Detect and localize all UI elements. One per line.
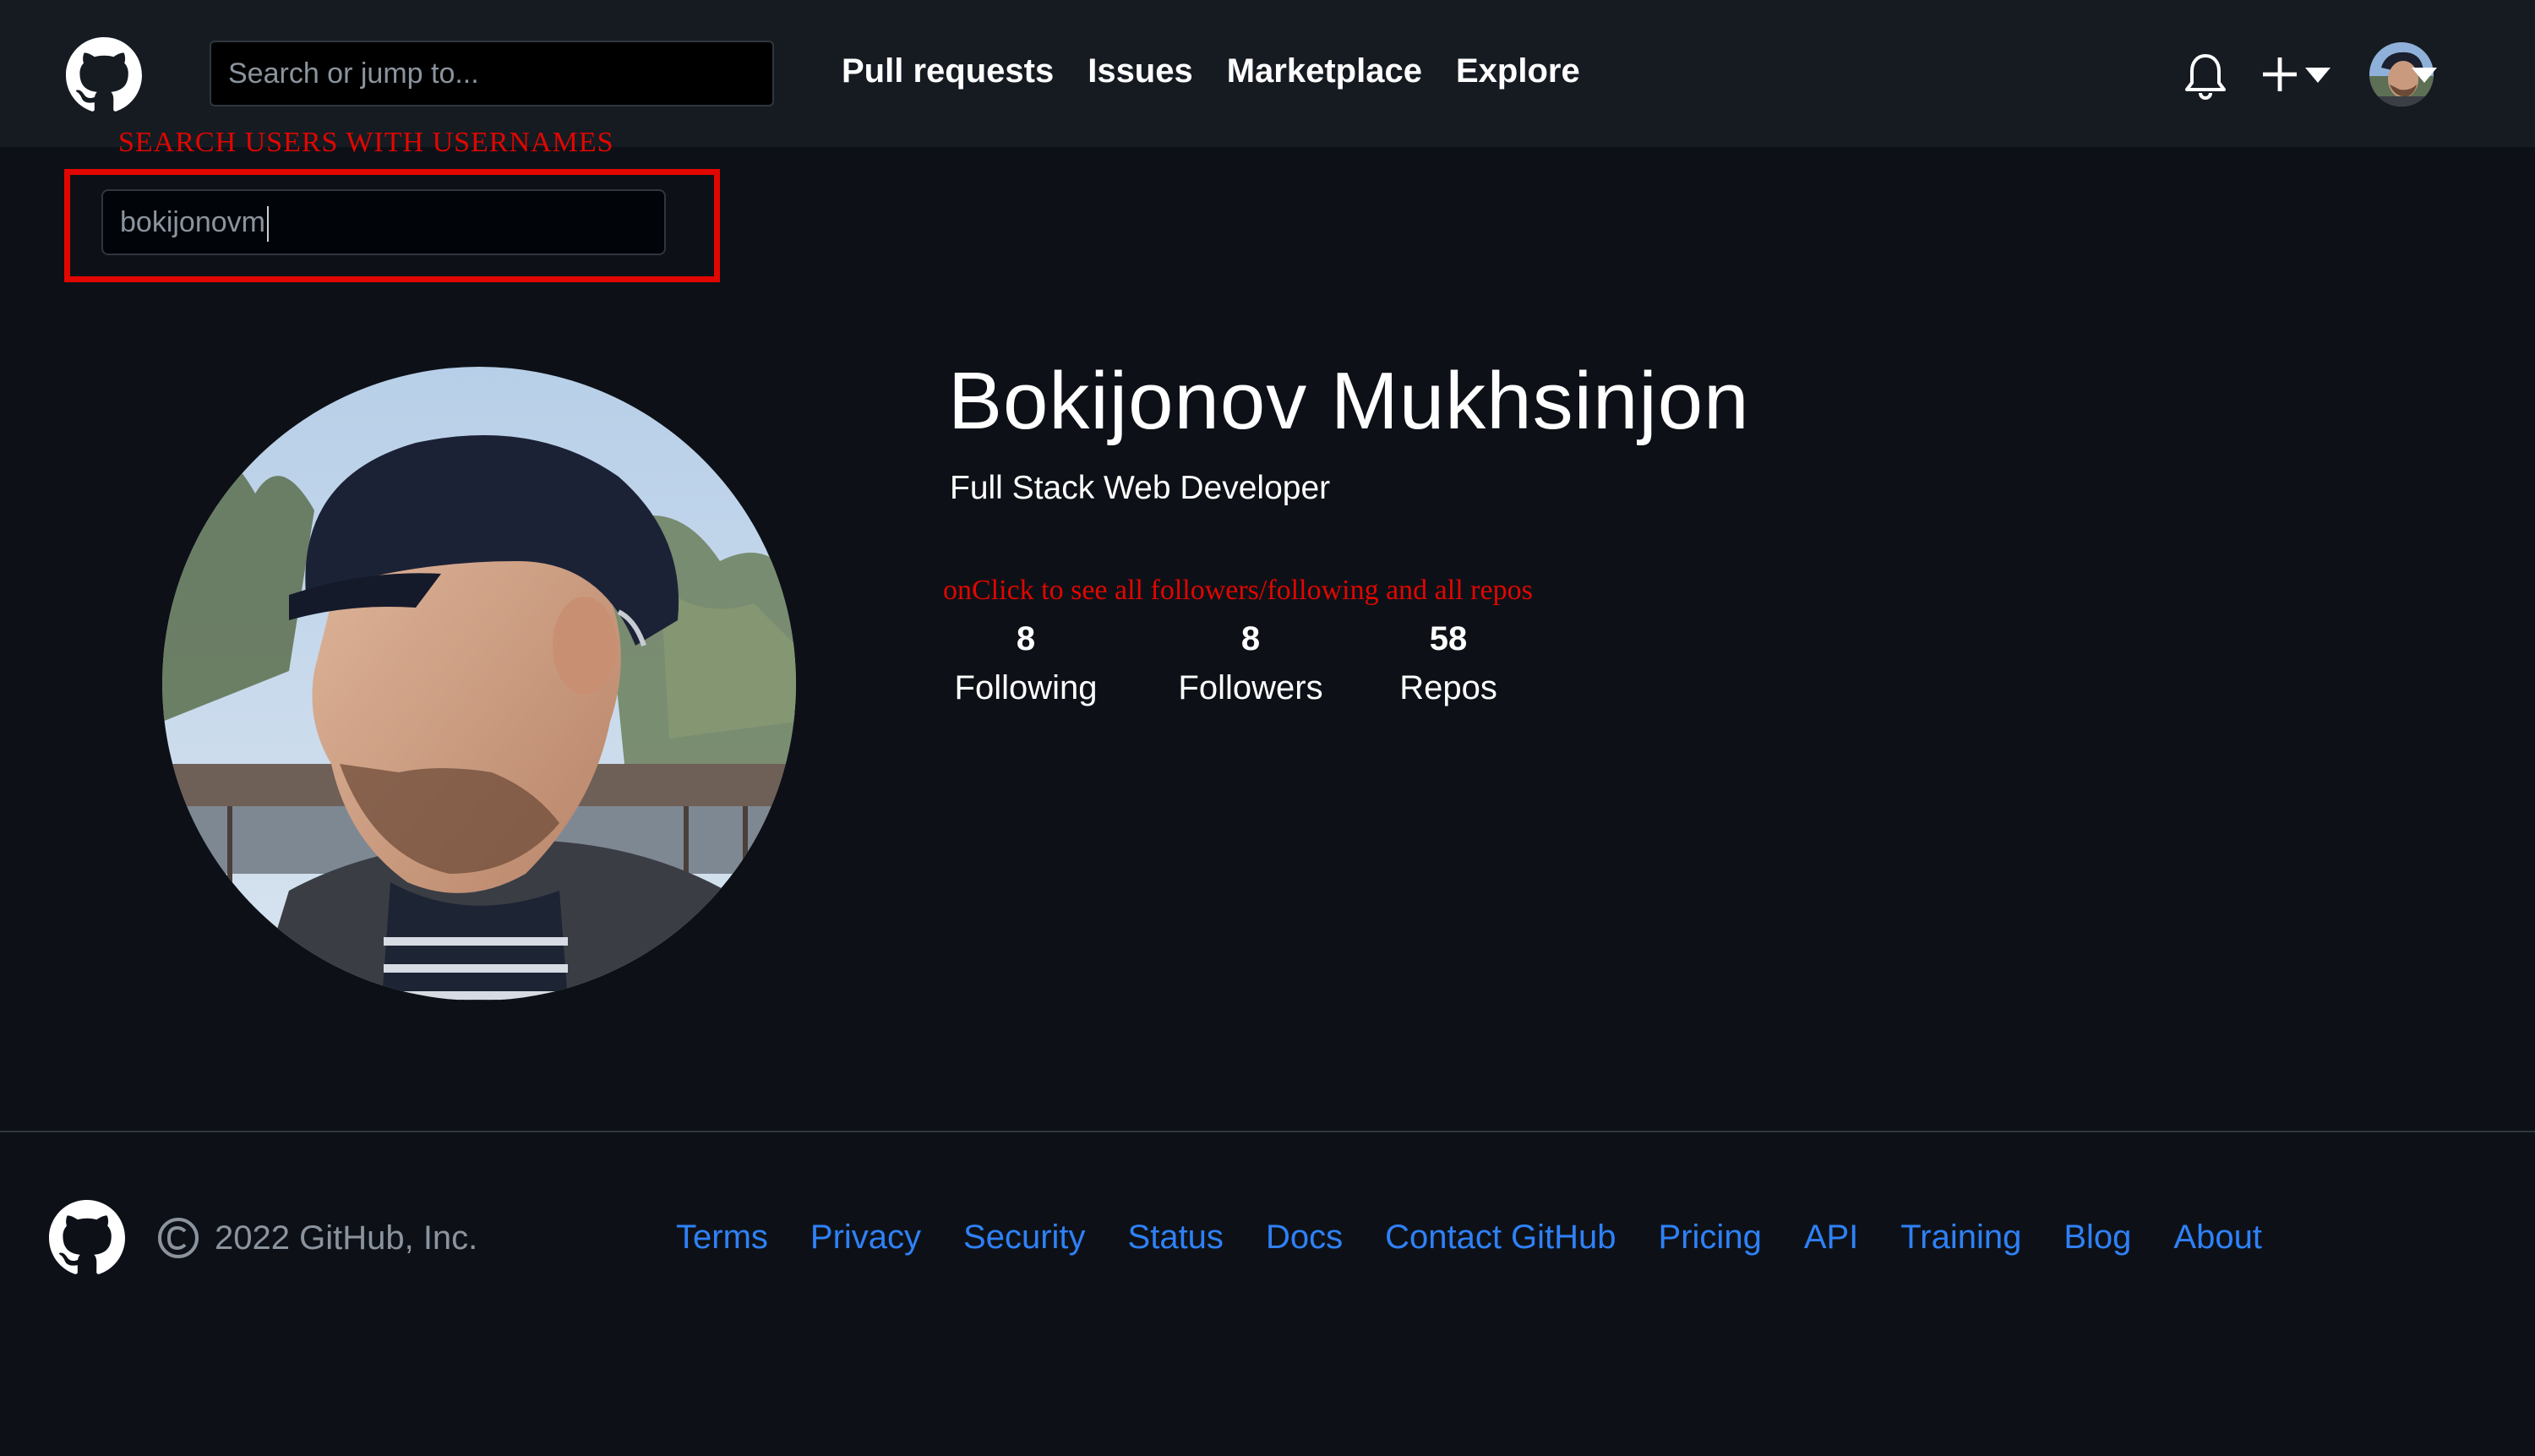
- stat-repos-label: Repos: [1399, 669, 1497, 706]
- stat-following-label: Following: [954, 669, 1098, 706]
- main-nav: Pull requests Issues Marketplace Explore: [842, 52, 1580, 90]
- footer-link-about[interactable]: About: [2173, 1219, 2262, 1257]
- footer-github-logo-icon[interactable]: [49, 1200, 125, 1276]
- global-search-input[interactable]: Search or jump to...: [210, 41, 774, 106]
- text-cursor: [266, 206, 269, 243]
- stat-followers-count: 8: [1240, 620, 1261, 657]
- global-search-placeholder: Search or jump to...: [228, 57, 479, 90]
- nav-marketplace[interactable]: Marketplace: [1227, 52, 1422, 90]
- footer-link-training[interactable]: Training: [1900, 1219, 2021, 1257]
- stat-followers[interactable]: 8 Followers: [1178, 617, 1323, 715]
- stat-following[interactable]: 8 Following: [953, 617, 1098, 715]
- stat-repos[interactable]: 58 Repos: [1389, 617, 1507, 715]
- footer-link-docs[interactable]: Docs: [1266, 1219, 1343, 1257]
- nav-explore[interactable]: Explore: [1456, 52, 1580, 90]
- profile-bio: Full Stack Web Developer: [950, 470, 1331, 506]
- copyright-icon: [158, 1218, 199, 1258]
- stat-repos-count: 58: [1429, 620, 1468, 657]
- footer-link-privacy[interactable]: Privacy: [810, 1219, 921, 1257]
- footer-link-security[interactable]: Security: [963, 1219, 1086, 1257]
- nav-issues[interactable]: Issues: [1088, 52, 1193, 90]
- profile-name: Bokijonov Mukhsinjon: [948, 356, 1750, 446]
- nav-pull-requests[interactable]: Pull requests: [842, 52, 1054, 90]
- search-annotation: SEARCH USERS WITH USERNAMES: [118, 127, 614, 158]
- github-logo-icon[interactable]: [66, 37, 142, 113]
- footer-link-pricing[interactable]: Pricing: [1659, 1219, 1762, 1257]
- footer-link-api[interactable]: API: [1804, 1219, 1858, 1257]
- stat-following-count: 8: [1016, 620, 1036, 657]
- footer-divider: [0, 1131, 2535, 1132]
- stat-followers-label: Followers: [1178, 669, 1323, 706]
- footer-copyright: 2022 GitHub, Inc.: [157, 1217, 477, 1259]
- bell-icon[interactable]: [2183, 52, 2227, 100]
- username-search-value: bokijonovm: [120, 206, 265, 238]
- footer-link-blog[interactable]: Blog: [2063, 1219, 2131, 1257]
- username-search-input[interactable]: bokijonovm: [101, 189, 666, 255]
- footer-link-status[interactable]: Status: [1128, 1219, 1224, 1257]
- footer-link-contact[interactable]: Contact GitHub: [1385, 1219, 1616, 1257]
- copyright-text: 2022 GitHub, Inc.: [215, 1219, 478, 1257]
- plus-icon[interactable]: [2261, 56, 2298, 93]
- create-caret-down-icon[interactable]: [2305, 68, 2331, 85]
- footer-links: Terms Privacy Security Status Docs Conta…: [676, 1219, 2262, 1257]
- top-navbar: Search or jump to... Pull requests Issue…: [0, 0, 2535, 147]
- stats-annotation: onClick to see all followers/following a…: [943, 575, 1533, 606]
- footer-link-terms[interactable]: Terms: [676, 1219, 768, 1257]
- profile-photo: [162, 367, 796, 1001]
- avatar-caret-down-icon[interactable]: [2412, 68, 2437, 85]
